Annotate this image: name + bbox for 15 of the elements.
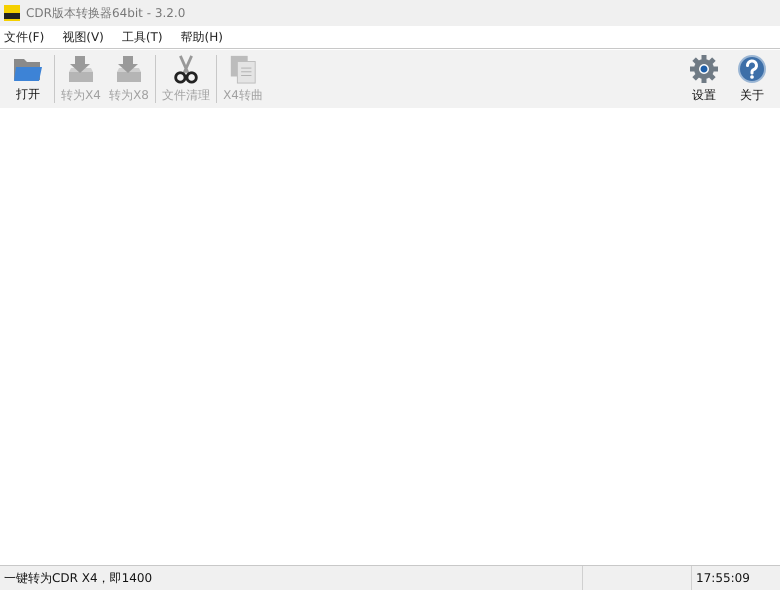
toolbar-button[interactable]: 关于	[728, 52, 776, 106]
menu-item[interactable]: 帮助(H)	[176, 28, 227, 46]
help-icon	[737, 54, 767, 84]
documents-icon	[228, 54, 258, 84]
scissors-icon	[172, 54, 200, 84]
menu-item[interactable]: 视图(V)	[58, 28, 108, 46]
settings-icon	[689, 54, 719, 84]
app-logo-icon	[4, 5, 20, 21]
menu-item[interactable]: 文件(F)	[0, 28, 48, 46]
menu-item[interactable]: 工具(T)	[118, 28, 167, 46]
status-message: 一键转为CDR X4，即1400	[4, 570, 152, 586]
toolbar-button[interactable]: 设置	[680, 52, 728, 106]
toolbar-button[interactable]: 打开	[4, 52, 52, 106]
status-time: 17:55:09	[696, 571, 750, 585]
window-title: CDR版本转换器64bit - 3.2.0	[26, 4, 186, 22]
